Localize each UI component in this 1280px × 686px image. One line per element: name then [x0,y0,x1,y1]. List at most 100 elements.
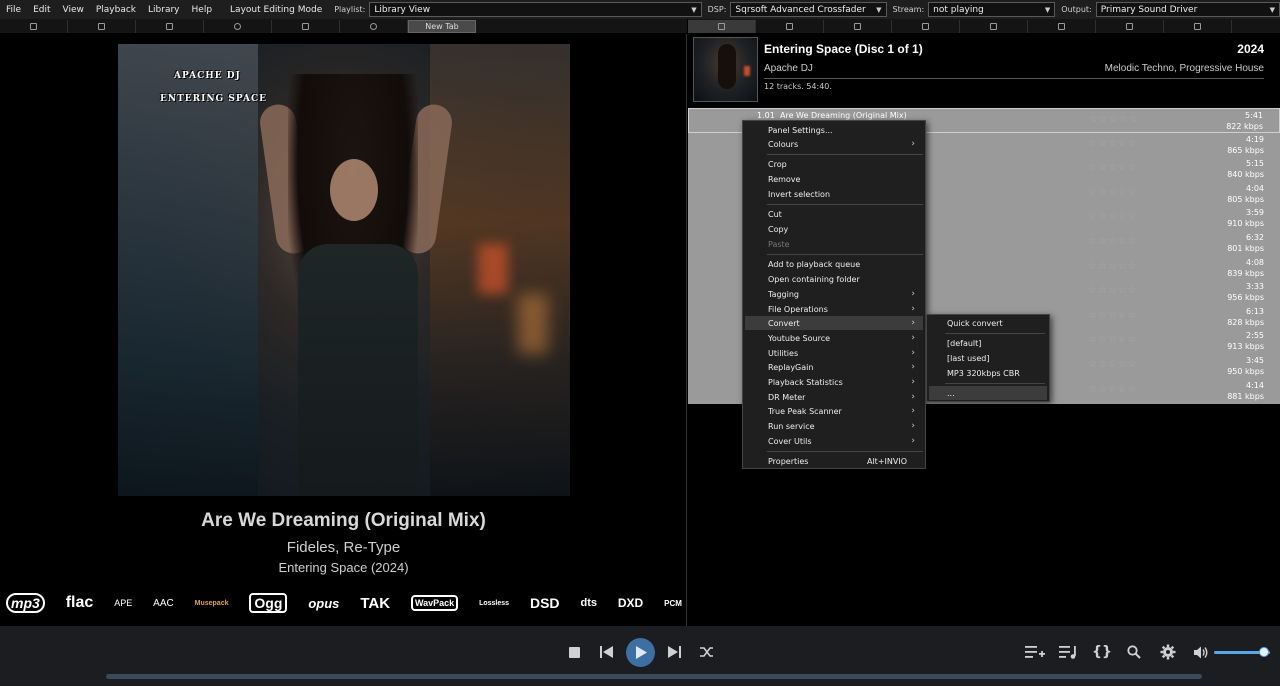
rating-stars-icon[interactable]: ☆☆☆☆☆ [1088,310,1138,321]
menu-edit[interactable]: Edit [27,5,56,15]
track-bitrate: 865 kbps [1227,145,1264,155]
format-logo-flac: flac [65,594,94,611]
next-icon [667,646,681,658]
volume-button[interactable] [1192,639,1210,665]
track-title: Are We Dreaming (Original Mix) [780,111,907,120]
rating-stars-icon[interactable]: ☆☆☆☆☆ [1088,285,1138,296]
menu-item-convert[interactable]: Convert › [745,316,923,330]
rating-stars-icon[interactable]: ☆☆☆☆☆ [1088,162,1138,173]
menu-separator [945,383,1045,384]
toolbar-button-6[interactable] [340,19,408,33]
tab-new-tab[interactable]: New Tab [408,19,476,33]
rating-stars-icon[interactable]: ☆☆☆☆☆ [1088,384,1138,395]
submenu-item-more[interactable]: ... [929,386,1047,400]
rating-stars-icon[interactable]: ☆☆☆☆☆ [1088,359,1138,370]
playlist-select[interactable]: Library View ▼ [369,2,702,17]
header-genre: Melodic Techno, Progressive House [1104,63,1264,74]
menu-item-label: Colours [768,139,799,149]
output-select[interactable]: Primary Sound Driver ▼ [1095,2,1280,17]
toolbar-button-r4[interactable] [892,19,960,33]
menu-item-true-peak-scanner[interactable]: True Peak Scanner › [745,404,923,418]
menu-item-add-to-queue[interactable]: Add to playback queue [745,257,923,271]
menu-view[interactable]: View [57,5,90,15]
menu-item-replaygain[interactable]: ReplayGain › [745,360,923,374]
toolbar-button-r8[interactable] [1164,19,1232,33]
menu-item-label: Open containing folder [768,274,860,284]
stop-button[interactable] [564,639,584,665]
menu-item-tagging[interactable]: Tagging › [745,287,923,301]
toolbar-button-r2[interactable] [756,19,824,33]
menu-item-run-service[interactable]: Run service › [745,419,923,433]
toolbar-button-r3[interactable] [824,19,892,33]
output-select-value: Primary Sound Driver [1100,4,1198,15]
toolbar-button-1[interactable] [0,19,68,33]
chevron-down-icon: ▼ [691,5,697,14]
search-button[interactable] [1124,639,1144,665]
rating-stars-icon[interactable]: ☆☆☆☆☆ [1088,211,1138,222]
rating-stars-icon[interactable]: ☆☆☆☆☆ [1088,138,1138,149]
toolbar-button-r1[interactable] [688,19,756,33]
toolbar-button-r5[interactable] [960,19,1028,33]
play-button[interactable] [626,638,655,667]
menu-item-playback-statistics[interactable]: Playback Statistics › [745,375,923,389]
track-bitrate: 956 kbps [1227,293,1264,303]
menu-help[interactable]: Help [186,5,219,15]
menu-item-crop[interactable]: Crop [745,157,923,171]
chevron-right-icon: › [911,436,915,446]
rating-stars-icon[interactable]: ☆☆☆☆☆ [1088,334,1138,345]
menu-item-utilities[interactable]: Utilities › [745,346,923,360]
chevron-right-icon: › [911,318,915,328]
dsp-select[interactable]: Sqrsoft Advanced Crossfader ▼ [730,2,887,17]
menu-item-open-folder[interactable]: Open containing folder [745,272,923,286]
playlist-button[interactable] [1058,639,1080,665]
menu-playback[interactable]: Playback [90,5,142,15]
toolbar-button-3[interactable] [136,19,204,33]
menu-item-properties[interactable]: Properties Alt+INVIO [745,454,923,468]
toolbar-button-4[interactable] [204,19,272,33]
menu-item-dr-meter[interactable]: DR Meter › [745,390,923,404]
chevron-right-icon: › [911,304,915,314]
seek-bar[interactable] [106,674,1202,679]
menu-separator [945,333,1045,334]
menu-item-label: Youtube Source [768,333,831,343]
album-cover[interactable]: APACHE DJ ENTERING SPACE [118,44,570,496]
menu-layout-editing-mode[interactable]: Layout Editing Mode [224,5,328,15]
rating-stars-icon[interactable]: ☆☆☆☆☆ [1088,187,1138,198]
toolbar-button-5[interactable] [272,19,340,33]
menu-item-cut[interactable]: Cut [745,207,923,221]
submenu-item-default[interactable]: [default] [929,336,1047,350]
rating-stars-icon[interactable]: ☆☆☆☆☆ [1088,236,1138,247]
menu-file[interactable]: File [0,5,27,15]
submenu-item-mp3-preset[interactable]: MP3 320kbps CBR [929,366,1047,380]
album-thumbnail [693,37,758,102]
submenu-item-last-used[interactable]: [last used] [929,351,1047,365]
volume-slider-knob[interactable] [1259,647,1270,657]
previous-button[interactable] [596,639,616,665]
menu-item-file-operations[interactable]: File Operations › [745,302,923,316]
menu-item-copy[interactable]: Copy [745,222,923,236]
track-duration: 3:59 [1246,208,1264,218]
chevron-down-icon: ▼ [1269,5,1275,14]
menu-item-youtube-source[interactable]: Youtube Source › [745,331,923,345]
rating-stars-icon[interactable]: ☆☆☆☆☆ [1088,261,1138,272]
rating-stars-icon[interactable]: ☆☆☆☆☆ [1089,114,1139,125]
toolbar-button-r6[interactable] [1028,19,1096,33]
menu-item-panel-settings[interactable]: Panel Settings... [745,123,923,137]
submenu-item-quick-convert[interactable]: Quick convert [929,316,1047,330]
menu-item-cover-utils[interactable]: Cover Utils › [745,434,923,448]
menu-item-invert-selection[interactable]: Invert selection [745,187,923,201]
chevron-right-icon: › [911,421,915,431]
braces-button[interactable]: {} [1092,639,1112,665]
menu-item-label: Utilities [768,348,799,358]
toolbar-button-2[interactable] [68,19,136,33]
menu-item-colours[interactable]: Colours › [745,137,923,151]
shuffle-button[interactable] [697,639,717,665]
stream-select[interactable]: not playing ▼ [928,2,1056,17]
menu-item-remove[interactable]: Remove [745,172,923,186]
toolbar-button-r7[interactable] [1096,19,1164,33]
queue-button[interactable] [1024,639,1046,665]
menu-library[interactable]: Library [142,5,185,15]
next-button[interactable] [664,639,684,665]
menu-item-shortcut: Alt+INVIO [866,456,907,466]
settings-button[interactable] [1158,639,1178,665]
